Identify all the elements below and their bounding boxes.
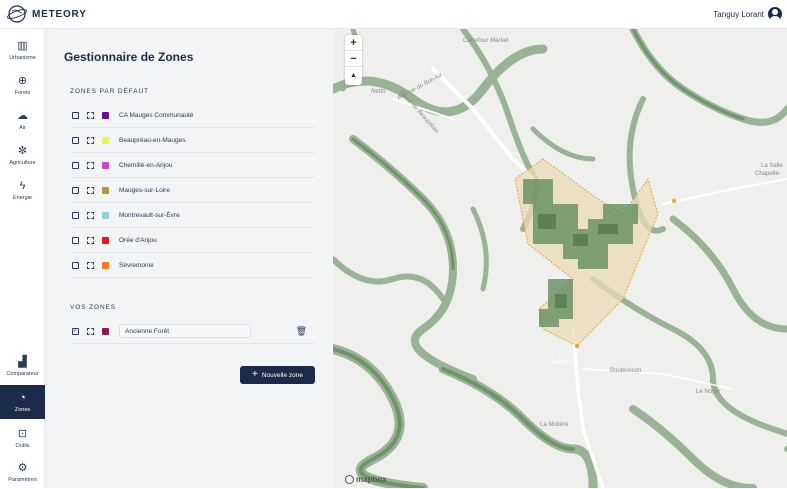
building-icon: ▥ [17, 40, 28, 52]
fit-bounds-icon[interactable] [87, 161, 94, 169]
zone-checkbox[interactable] [72, 136, 79, 144]
plus-icon: + [251, 369, 258, 380]
gear-icon: ⚙ [17, 462, 28, 474]
sidebar-item-label: Comparateur [6, 370, 39, 377]
fit-bounds-icon[interactable] [87, 211, 94, 219]
zone-checkbox[interactable] [72, 186, 79, 194]
user-avatar-icon[interactable] [768, 7, 782, 21]
zone-color-swatch[interactable] [102, 136, 109, 144]
user-name: Tanguy Lorant [713, 9, 764, 19]
zone-checkbox[interactable] [72, 211, 79, 219]
zone-color-swatch[interactable] [102, 327, 109, 335]
map-label: Saint-Paul [551, 360, 579, 366]
zone-checkbox[interactable] [72, 161, 79, 169]
compass-icon[interactable]: ▲ [345, 67, 362, 83]
wheat-icon: ✼ [17, 145, 28, 157]
sidebar-item-zones[interactable]: ◔ Zones [0, 385, 45, 419]
map-label: Chapelle- [755, 171, 781, 177]
new-zone-button[interactable]: + Nouvelle zone [240, 366, 315, 384]
fit-bounds-icon[interactable] [87, 136, 94, 144]
app-logo[interactable]: METEORY [6, 4, 87, 24]
zone-name: Montrevault-sur-Èvre [119, 211, 180, 219]
zone-name: CA Mauges Communauté [119, 111, 194, 119]
zone-name-field[interactable]: Ancienne Forêt [119, 324, 251, 338]
trash-icon[interactable]: 🗑 [296, 326, 307, 337]
zone-manager-panel: Gestionnaire de Zones ZONES PAR DÉFAUT C… [45, 29, 333, 488]
zone-color-swatch[interactable] [102, 236, 109, 244]
user-zones-heading: VOS ZONES [70, 304, 117, 311]
map-label: La Salle [761, 163, 783, 169]
page-title: Gestionnaire de Zones [64, 50, 194, 64]
wind-icon: ☁ [17, 110, 28, 122]
zone-name: Beaupréau-en-Mauges [119, 136, 186, 144]
zone-row[interactable]: Orée d'Anjou [70, 228, 315, 253]
zone-icon: ◔ [19, 392, 26, 404]
zone-checkbox[interactable] [72, 111, 79, 119]
zone-color-swatch[interactable] [102, 186, 109, 194]
bar-chart-icon: ▟ [18, 356, 27, 368]
zone-name: Sèvremoine [119, 261, 154, 269]
fit-bounds-icon[interactable] [87, 186, 94, 194]
zone-row[interactable]: Beaupréau-en-Mauges [70, 128, 315, 153]
globe-logo-icon [7, 5, 27, 23]
sidebar-item-air[interactable]: ☁ Air [0, 103, 45, 137]
zone-row[interactable]: ✓ Ancienne Forêt 🗑 [70, 319, 315, 344]
zone-row[interactable]: CA Mauges Communauté [70, 103, 315, 128]
map-view[interactable]: Carrefour Market Avenue du Bon Air Route… [333, 29, 787, 488]
top-bar: METEORY Tanguy Lorant [0, 0, 787, 29]
user-menu[interactable]: Tanguy Lorant [713, 7, 782, 21]
sidebar-item-parametres[interactable]: ⚙ Paramètres [0, 455, 45, 489]
fit-bounds-icon[interactable] [87, 111, 94, 119]
zone-color-swatch[interactable] [102, 161, 109, 169]
zone-name: Orée d'Anjou [119, 236, 157, 244]
zone-row[interactable]: Montrevault-sur-Èvre [70, 203, 315, 228]
map-label: Netto [371, 89, 386, 95]
sidebar-item-energie[interactable]: ϟ Energie [0, 173, 45, 207]
fit-bounds-icon[interactable] [87, 236, 94, 244]
zone-checkbox[interactable]: ✓ [72, 327, 79, 335]
sidebar-item-label: Urbanisme [9, 54, 36, 61]
app-name: METEORY [32, 8, 87, 20]
mapbox-attribution: mapbox [356, 475, 387, 484]
tree-icon: ⊕ [17, 75, 28, 87]
toolbox-icon: ⊡ [17, 428, 28, 440]
zoom-in-button[interactable]: + [345, 35, 362, 51]
zone-name: Mauges-sur-Loire [119, 186, 170, 194]
fit-bounds-icon[interactable] [87, 261, 94, 269]
sidebar-nav: ▥ Urbanisme ⊕ Forets ☁ Air ✼ Agriculture… [0, 29, 45, 488]
zoom-out-button[interactable]: − [345, 51, 362, 67]
sidebar-item-forets[interactable]: ⊕ Forets [0, 68, 45, 102]
zone-row[interactable]: Sèvremoine [70, 253, 315, 278]
sidebar-item-label: Outils [15, 442, 30, 449]
zone-color-swatch[interactable] [102, 261, 109, 269]
sidebar-item-label: Energie [13, 194, 32, 201]
map-zoom-controls: + − ▲ [345, 35, 362, 85]
map-label: Carrefour Market [463, 38, 509, 44]
zone-checkbox[interactable] [72, 261, 79, 269]
map-label: La Motière [540, 422, 569, 428]
zone-row[interactable]: Mauges-sur-Loire [70, 178, 315, 203]
sidebar-item-label: Air [19, 124, 26, 131]
zone-checkbox[interactable] [72, 236, 79, 244]
sidebar-item-label: Agriculture [9, 159, 36, 166]
mapbox-icon [345, 475, 354, 484]
sidebar-item-outils[interactable]: ⊡ Outils [0, 421, 45, 455]
sidebar-item-comparateur[interactable]: ▟ Comparateur [0, 349, 45, 383]
sidebar-item-agriculture[interactable]: ✼ Agriculture [0, 138, 45, 172]
map-label: Le Noyer [696, 389, 721, 395]
fit-bounds-icon[interactable] [87, 327, 94, 335]
sidebar-item-label: Zones [14, 406, 31, 413]
zone-color-swatch[interactable] [102, 211, 109, 219]
sidebar-item-label: Paramètres [8, 476, 37, 483]
sidebar-item-label: Forets [14, 89, 31, 96]
zone-color-swatch[interactable] [102, 111, 109, 119]
zone-row[interactable]: Chemillé-en-Anjou [70, 153, 315, 178]
mapbox-logo[interactable]: mapbox [345, 475, 387, 484]
zone-name: Chemillé-en-Anjou [119, 161, 173, 169]
new-zone-label: Nouvelle zone [261, 371, 304, 379]
lightning-icon: ϟ [19, 180, 26, 192]
default-zones-heading: ZONES PAR DÉFAUT [70, 88, 149, 95]
sidebar-item-urbanisme[interactable]: ▥ Urbanisme [0, 33, 45, 67]
map-label: Boubuisson [610, 368, 642, 374]
